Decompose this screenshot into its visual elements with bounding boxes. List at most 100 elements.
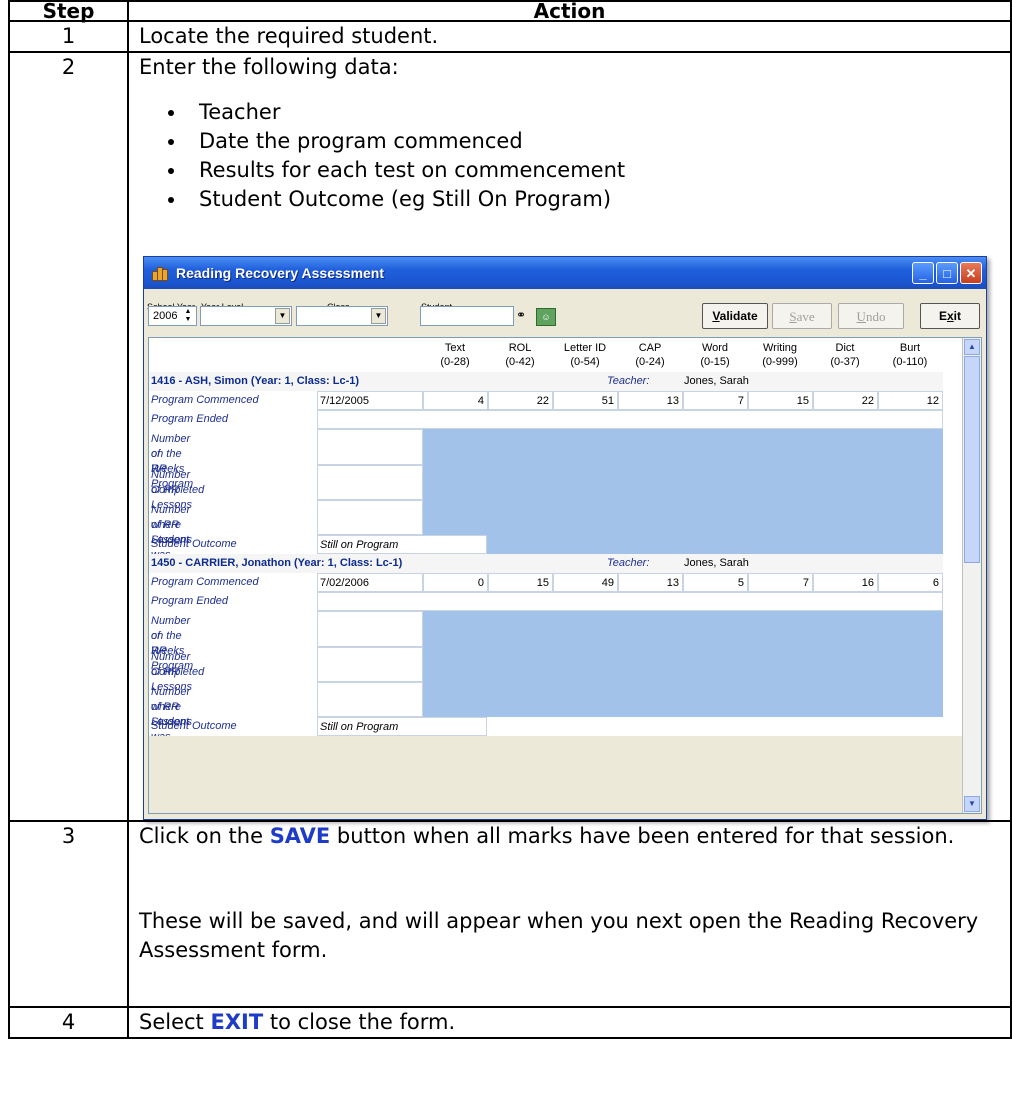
action-header: Action [127, 0, 1012, 22]
student-search-input[interactable] [420, 306, 514, 326]
outcome-row: Student Outcome Still on Program [149, 535, 943, 554]
weeks-cell[interactable] [317, 429, 423, 465]
step-header: Step [8, 0, 129, 22]
step-number: 4 [8, 1006, 129, 1039]
students-icon[interactable]: ☺ [536, 308, 556, 326]
score-cell[interactable]: 12 [878, 391, 943, 410]
shaded-area [423, 611, 943, 717]
step-number: 3 [8, 820, 129, 1008]
title-bar[interactable]: Reading Recovery Assessment _ □ ✕ [144, 257, 986, 289]
teacher-label: Teacher: [607, 375, 650, 387]
column-header: Text (0-28) [440, 342, 470, 368]
maximize-icon[interactable]: □ [936, 262, 958, 284]
minimize-icon[interactable]: _ [912, 262, 934, 284]
score-cell[interactable]: 7 [748, 573, 813, 592]
score-cell[interactable]: 13 [618, 391, 683, 410]
outcome-cell[interactable]: Still on Program [317, 717, 487, 736]
undo-button[interactable]: Undo [838, 303, 904, 329]
weeks-cell[interactable] [317, 611, 423, 647]
outcome-row: Student Outcome Still on Program [149, 717, 943, 736]
commenced-date[interactable]: 7/02/2006 [317, 573, 423, 592]
teacher-name[interactable]: Jones, Sarah [684, 554, 749, 573]
column-header: CAP (0-24) [635, 342, 665, 368]
score-cell[interactable]: 49 [553, 573, 618, 592]
close-icon[interactable]: ✕ [960, 262, 982, 284]
year-level-select[interactable]: ▼ [200, 306, 292, 326]
program-commenced-row: Program Commenced 7/12/2005 4 22 51 13 7… [149, 391, 943, 410]
scroll-thumb[interactable] [964, 356, 980, 563]
scroll-up-icon[interactable]: ▲ [964, 339, 980, 355]
step-3-content: Click on the SAVE button when all marks … [127, 820, 1012, 1008]
save-keyword: SAVE [269, 824, 331, 848]
column-header: Writing (0-999) [762, 342, 798, 368]
spinner-arrows-icon[interactable]: ▲ ▼ [181, 308, 195, 324]
binoculars-icon[interactable]: ⚭ [516, 308, 532, 322]
bullet-list: Teacher Date the program commenced Resul… [139, 98, 1000, 214]
save-button[interactable]: Save [772, 303, 832, 329]
teacher-name[interactable]: Jones, Sarah [684, 372, 749, 391]
class-select[interactable]: ▼ [296, 306, 388, 326]
student-row[interactable]: 1416 - ASH, Simon (Year: 1, Class: Lc-1)… [149, 372, 943, 391]
program-ended-row: Program Ended [149, 410, 943, 429]
program-ended-row: Program Ended [149, 592, 943, 611]
score-cell[interactable]: 22 [813, 391, 878, 410]
bullet-item: Date the program commenced [187, 127, 1000, 156]
lessons-cell[interactable] [317, 465, 423, 500]
bullet-item: Teacher [187, 98, 1000, 127]
score-cell[interactable]: 4 [423, 391, 488, 410]
lessons-cell[interactable] [317, 647, 423, 682]
absent-cell[interactable] [317, 682, 423, 717]
validate-button[interactable]: Validate [702, 303, 768, 329]
column-header: ROL (0-42) [505, 342, 535, 368]
reading-recovery-window: Reading Recovery Assessment _ □ ✕ School… [143, 256, 987, 820]
filter-toolbar: School Year 2006 ▲▼ Year Level ▼ Class ▼… [144, 289, 986, 335]
commenced-date[interactable]: 7/12/2005 [317, 391, 423, 410]
step-note: These will be saved, and will appear whe… [139, 909, 979, 962]
score-cell[interactable]: 6 [878, 573, 943, 592]
score-cell[interactable]: 16 [813, 573, 878, 592]
outcome-cell[interactable]: Still on Program [317, 535, 487, 554]
school-year-spinner[interactable]: 2006 ▲ ▼ [148, 306, 197, 326]
score-cell[interactable]: 13 [618, 573, 683, 592]
vertical-scrollbar[interactable]: ▲ ▼ [962, 338, 981, 813]
score-cell[interactable]: 22 [488, 391, 553, 410]
score-cell[interactable]: 15 [748, 391, 813, 410]
step-text: Select EXIT to close the form. [127, 1006, 1012, 1039]
step-number: 2 [8, 51, 129, 822]
app-icon [152, 265, 170, 281]
shaded-area [487, 535, 943, 554]
school-year-value: 2006 [153, 310, 178, 322]
step-text: Click on the SAVE button when all marks … [139, 824, 955, 848]
exit-button[interactable]: Exit [920, 303, 980, 329]
window-title: Reading Recovery Assessment [176, 264, 385, 281]
score-cell[interactable]: 7 [683, 391, 748, 410]
bullet-item: Results for each test on commencement [187, 156, 1000, 185]
assessment-grid: Text (0-28) ROL (0-42) Letter ID (0-54) CAP… [148, 337, 982, 814]
score-cell[interactable]: 51 [553, 391, 618, 410]
score-cell[interactable]: 15 [488, 573, 553, 592]
step-number: 1 [8, 20, 129, 53]
column-header: Dict (0-37) [830, 342, 860, 368]
step-intro: Enter the following data: [139, 55, 399, 79]
step-text: Locate the required student. [127, 20, 1012, 53]
teacher-label: Teacher: [607, 557, 650, 569]
score-cell[interactable]: 0 [423, 573, 488, 592]
program-commenced-row: Program Commenced 7/02/2006 0 15 49 13 5… [149, 573, 943, 592]
chevron-down-icon[interactable]: ▼ [371, 308, 386, 324]
step-2-content: Enter the following data: Teacher Date t… [127, 51, 1012, 822]
scroll-down-icon[interactable]: ▼ [964, 796, 980, 812]
steps-table: Step Action 1 Locate the required studen… [8, 0, 1012, 1039]
student-row[interactable]: 1450 - CARRIER, Jonathon (Year: 1, Class… [149, 554, 943, 573]
chevron-down-icon[interactable]: ▼ [275, 308, 290, 324]
column-header: Letter ID (0-54) [563, 342, 607, 368]
absent-cell[interactable] [317, 500, 423, 535]
exit-keyword: EXIT [210, 1010, 264, 1034]
program-ended-cell[interactable] [317, 410, 943, 429]
program-ended-cell[interactable] [317, 592, 943, 611]
column-header: Word (0-15) [700, 342, 730, 368]
shaded-area [423, 429, 943, 535]
bullet-item: Student Outcome (eg Still On Program) [187, 185, 1000, 214]
column-header: Burt (0-110) [892, 342, 928, 368]
grid-footer [149, 736, 965, 813]
score-cell[interactable]: 5 [683, 573, 748, 592]
